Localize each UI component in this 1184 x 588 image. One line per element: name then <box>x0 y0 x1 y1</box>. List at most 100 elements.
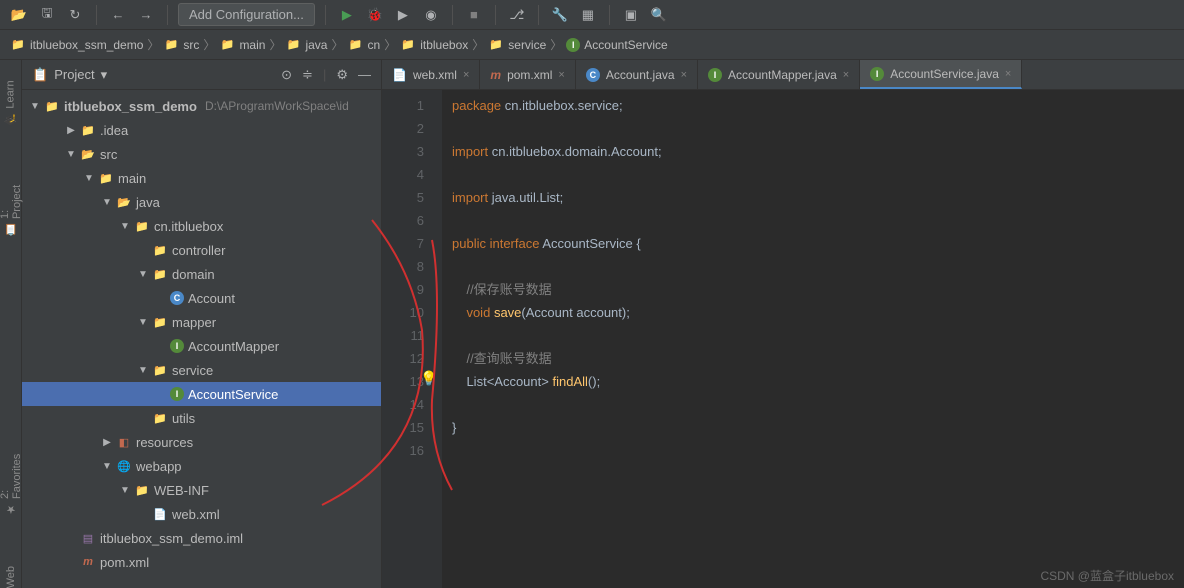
folder-icon: 📁 <box>219 37 235 53</box>
profile-icon[interactable]: ◉ <box>420 4 442 26</box>
code-line[interactable] <box>452 117 1184 140</box>
code-line[interactable]: package cn.itbluebox.service; <box>452 94 1184 117</box>
tree-arrow-icon[interactable]: ▼ <box>102 461 112 472</box>
tree-arrow-icon[interactable]: ▼ <box>138 365 148 376</box>
tree-item[interactable]: ▼📂src <box>22 142 381 166</box>
editor-tab[interactable]: mpom.xml× <box>480 60 575 89</box>
tree-item[interactable]: ▼📂java <box>22 190 381 214</box>
tree-item[interactable]: mpom.xml <box>22 550 381 574</box>
tree-item[interactable]: IAccountService <box>22 382 381 406</box>
code-line[interactable]: //查询账号数据 <box>452 347 1184 370</box>
vcs-icon[interactable]: ⎇ <box>506 4 528 26</box>
tree-item[interactable]: ▶◧resources <box>22 430 381 454</box>
undo-icon[interactable]: ← <box>107 4 129 26</box>
crumb-java[interactable]: 📁java <box>285 37 327 53</box>
iml-icon: ▤ <box>80 530 96 546</box>
tree-item[interactable]: CAccount <box>22 286 381 310</box>
code-line[interactable]: import cn.itbluebox.domain.Account; <box>452 140 1184 163</box>
run-icon[interactable]: ▶ <box>336 4 358 26</box>
structure-icon[interactable]: ▦ <box>577 4 599 26</box>
close-icon[interactable]: × <box>681 69 687 81</box>
editor-tab[interactable]: IAccountMapper.java× <box>698 60 860 89</box>
tree-item[interactable]: ▼📁domain <box>22 262 381 286</box>
code-line[interactable]: import java.util.List; <box>452 186 1184 209</box>
tree-item[interactable]: ▼🌐webapp <box>22 454 381 478</box>
chevron-down-icon[interactable]: ▼ <box>30 101 40 112</box>
project-tree[interactable]: ▼ 📁 itbluebox_ssm_demo D:\AProgramWorkSp… <box>22 90 381 588</box>
tree-item[interactable]: ▼📁mapper <box>22 310 381 334</box>
close-icon[interactable]: × <box>558 69 564 81</box>
tree-arrow-icon[interactable]: ▼ <box>102 197 112 208</box>
gear-icon[interactable]: ⚙ <box>336 67 348 83</box>
tree-item[interactable]: ▼📁cn.itbluebox <box>22 214 381 238</box>
code-line[interactable]: void save(Account account); <box>452 301 1184 324</box>
close-icon[interactable]: × <box>1005 68 1011 80</box>
tree-root[interactable]: ▼ 📁 itbluebox_ssm_demo D:\AProgramWorkSp… <box>22 94 381 118</box>
intention-bulb-icon[interactable]: 💡 <box>420 370 437 387</box>
editor-tab[interactable]: 📄web.xml× <box>382 60 480 89</box>
code-line[interactable] <box>452 439 1184 462</box>
tree-arrow-icon[interactable]: ▼ <box>84 173 94 184</box>
tree-item[interactable]: 📄web.xml <box>22 502 381 526</box>
tree-arrow-icon[interactable]: ▼ <box>138 317 148 328</box>
tree-arrow-icon[interactable]: ▶ <box>66 125 76 136</box>
crumb-itbluebox[interactable]: 📁itbluebox <box>400 37 468 53</box>
tree-arrow-icon[interactable]: ▼ <box>138 269 148 280</box>
tree-item[interactable]: ▼📁WEB-INF <box>22 478 381 502</box>
tree-item[interactable]: IAccountMapper <box>22 334 381 358</box>
crumb-service[interactable]: 📁service <box>488 37 546 53</box>
code-line[interactable] <box>452 393 1184 416</box>
close-icon[interactable]: × <box>843 69 849 81</box>
code-line[interactable] <box>452 163 1184 186</box>
tree-item[interactable]: ▤itbluebox_ssm_demo.iml <box>22 526 381 550</box>
code-line[interactable] <box>452 324 1184 347</box>
reload-icon[interactable]: ↻ <box>64 4 86 26</box>
open-icon[interactable]: 📂 <box>8 4 30 26</box>
redo-icon[interactable]: → <box>135 4 157 26</box>
expand-all-icon[interactable]: ≑ <box>302 67 313 83</box>
code-line[interactable]: //保存账号数据 <box>452 278 1184 301</box>
settings-icon[interactable]: 🔧 <box>549 4 571 26</box>
crumb-src[interactable]: 📁src <box>163 37 199 53</box>
code-line[interactable] <box>452 209 1184 232</box>
rail-favorites[interactable]: ★ 2: Favorites <box>0 446 23 516</box>
tree-arrow-icon[interactable]: ▼ <box>66 149 76 160</box>
panel-title[interactable]: 📋 Project ▾ <box>32 67 273 83</box>
tree-item[interactable]: 📁controller <box>22 238 381 262</box>
tree-item[interactable]: ▼📁main <box>22 166 381 190</box>
tree-item[interactable]: 📁utils <box>22 406 381 430</box>
crumb-file[interactable]: IAccountService <box>566 38 667 52</box>
editor-tab[interactable]: CAccount.java× <box>576 60 698 89</box>
code-line[interactable]: } <box>452 416 1184 439</box>
run-config-dropdown[interactable]: Add Configuration... <box>178 3 315 26</box>
tree-item[interactable]: ▶📁.idea <box>22 118 381 142</box>
save-icon[interactable]: 🖫 <box>36 4 58 26</box>
config-label: Add Configuration... <box>189 7 304 22</box>
crumb-cn[interactable]: 📁cn <box>348 37 381 53</box>
rail-project[interactable]: 📋 1: Project <box>0 176 23 236</box>
search-icon[interactable]: 🔍 <box>648 4 670 26</box>
tree-item[interactable]: ▼📁service <box>22 358 381 382</box>
code-line[interactable]: List<Account> findAll(); <box>452 370 1184 393</box>
code-line[interactable]: public interface AccountService { <box>452 232 1184 255</box>
hide-icon[interactable]: — <box>358 67 371 83</box>
editor-tab[interactable]: IAccountService.java× <box>860 60 1022 89</box>
coverage-icon[interactable]: ▶ <box>392 4 414 26</box>
debug-icon[interactable]: 🐞 <box>364 4 386 26</box>
select-opened-icon[interactable]: ⊙ <box>281 67 292 83</box>
interface-icon: I <box>566 38 580 52</box>
tree-arrow-icon[interactable]: ▶ <box>102 437 112 448</box>
terminal-icon[interactable]: ▣ <box>620 4 642 26</box>
tree-item-label: cn.itbluebox <box>154 219 223 234</box>
stop-icon[interactable]: ■ <box>463 4 485 26</box>
tree-arrow-icon[interactable]: ▼ <box>120 221 130 232</box>
interface-icon: I <box>870 67 884 81</box>
tree-arrow-icon[interactable]: ▼ <box>120 485 130 496</box>
crumb-root[interactable]: 📁itbluebox_ssm_demo <box>10 37 143 53</box>
rail-web[interactable]: Web <box>5 566 17 588</box>
code-line[interactable] <box>452 255 1184 278</box>
code-content[interactable]: package cn.itbluebox.service; import cn.i… <box>442 90 1184 588</box>
rail-learn[interactable]: 🎓 Learn <box>4 80 17 126</box>
crumb-main[interactable]: 📁main <box>219 37 265 53</box>
close-icon[interactable]: × <box>463 69 469 81</box>
